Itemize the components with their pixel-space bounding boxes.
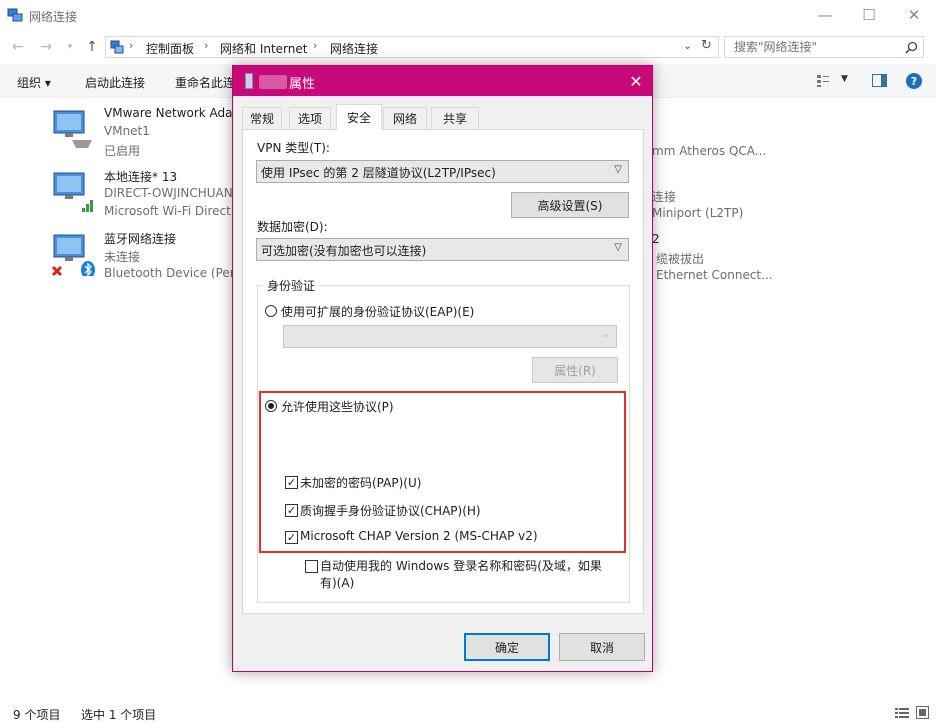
- chap-checkbox[interactable]: ✓: [285, 504, 298, 517]
- connection-device-fragment: Miniport (L2TP): [652, 206, 744, 220]
- search-input[interactable]: [732, 38, 902, 56]
- details-view-icon[interactable]: [895, 707, 909, 719]
- minimize-button[interactable]: —: [808, 4, 842, 26]
- connection-status: DIRECT-OWJINCHUAN: [104, 186, 233, 200]
- auto-windows-credentials-label[interactable]: 自动使用我的 Windows 登录名称和密码(及域，如果: [320, 557, 602, 574]
- connection-device-fragment: Ethernet Connect...: [656, 268, 773, 282]
- close-window-button[interactable]: ✕: [897, 4, 931, 26]
- eap-properties-button[interactable]: 属性(R): [532, 357, 618, 383]
- pap-label[interactable]: 未加密的密码(PAP)(U): [300, 474, 421, 491]
- tab-sharing[interactable]: 共享: [431, 107, 479, 129]
- dialog-title: 属性: [289, 77, 316, 92]
- search-icon[interactable]: [905, 41, 918, 54]
- connection-name: VMware Network Ada: [104, 106, 233, 120]
- vpn-type-label: VPN 类型(T):: [257, 141, 330, 155]
- connection-name-fragment: 2: [652, 232, 660, 246]
- pap-checkbox[interactable]: ✓: [285, 476, 298, 489]
- help-icon[interactable]: ?: [906, 73, 922, 89]
- chevron-down-icon: ⌄: [601, 329, 610, 340]
- allow-protocols-label[interactable]: 允许使用这些协议(P): [281, 398, 394, 415]
- breadcrumb-network-internet[interactable]: 网络和 Internet: [220, 40, 307, 57]
- network-connections-icon: [7, 8, 23, 22]
- tab-security[interactable]: 安全: [336, 104, 382, 130]
- preview-pane-icon[interactable]: [872, 74, 887, 87]
- bluetooth-adapter-icon: [52, 234, 95, 276]
- explorer-titlebar: 网络连接 — ☐ ✕: [0, 0, 936, 32]
- dialog-icon: [245, 73, 253, 89]
- connection-device-fragment: mm Atheros QCA...: [652, 144, 767, 158]
- connection-device: Microsoft Wi-Fi Direct: [104, 204, 231, 218]
- connection-status-fragment: 缆被拔出: [656, 252, 705, 266]
- encryption-select[interactable]: 可选加密(没有加密也可以连接) ▽: [256, 238, 629, 261]
- view-dropdown-icon[interactable]: ▼: [841, 74, 848, 84]
- selection-count: 选中 1 个项目: [81, 708, 157, 722]
- control-panel-icon: [110, 40, 124, 54]
- tab-options[interactable]: 选项: [289, 107, 331, 129]
- vpn-type-select[interactable]: 使用 IPsec 的第 2 层隧道协议(L2TP/IPsec) ▽: [256, 160, 629, 183]
- tab-general[interactable]: 常规: [242, 107, 282, 129]
- forward-arrow-icon[interactable]: →: [36, 37, 56, 57]
- vpn-type-value: 使用 IPsec 的第 2 层隧道协议(L2TP/IPsec): [261, 166, 496, 180]
- eap-method-select[interactable]: ⌄: [283, 325, 617, 348]
- network-adapter-icon: [53, 110, 92, 148]
- view-options-icon[interactable]: [816, 74, 830, 88]
- address-dropdown-icon[interactable]: ⌄: [683, 39, 692, 52]
- connection-name: 蓝牙网络连接: [104, 232, 177, 246]
- ok-button[interactable]: 确定: [464, 633, 550, 661]
- authentication-group-title: 身份验证: [263, 277, 320, 294]
- chap-label[interactable]: 质询握手身份验证协议(CHAP)(H): [300, 502, 481, 519]
- item-count: 9 个项目: [13, 708, 61, 722]
- breadcrumb-separator-icon: ›: [129, 39, 134, 52]
- chevron-down-icon: ▽: [614, 242, 622, 253]
- tab-network[interactable]: 网络: [383, 107, 427, 129]
- large-icons-view-icon[interactable]: [916, 706, 929, 719]
- rename-connection-button[interactable]: 重命名此连: [175, 74, 235, 91]
- advanced-settings-button[interactable]: 高级设置(S): [511, 192, 629, 218]
- up-arrow-icon[interactable]: ↑: [82, 37, 102, 57]
- maximize-button[interactable]: ☐: [852, 4, 886, 26]
- breadcrumb-network-connections[interactable]: 网络连接: [330, 40, 378, 57]
- dialog-titlebar: 属性 ✕: [233, 66, 652, 96]
- eap-radio[interactable]: [265, 305, 277, 317]
- connection-status-fragment: 连接: [652, 190, 677, 204]
- organize-button[interactable]: 组织 ▾: [17, 74, 51, 91]
- window-title: 网络连接: [29, 10, 78, 24]
- breadcrumb-separator-icon: ›: [204, 39, 209, 52]
- recent-locations-icon[interactable]: ▾: [60, 37, 80, 57]
- enable-connection-button[interactable]: 启动此连接: [85, 74, 145, 91]
- breadcrumb-control-panel[interactable]: 控制面板: [146, 40, 194, 57]
- cancel-button[interactable]: 取消: [559, 633, 645, 661]
- eap-radio-label[interactable]: 使用可扩展的身份验证协议(EAP)(E): [281, 303, 474, 320]
- address-bar[interactable]: › 控制面板 › 网络和 Internet › 网络连接 ⌄ ↻: [105, 36, 719, 58]
- search-field[interactable]: [724, 36, 924, 58]
- refresh-icon[interactable]: ↻: [701, 38, 712, 53]
- redacted-connection-name: [259, 75, 287, 89]
- encryption-label: 数据加密(D):: [257, 220, 328, 234]
- auto-windows-credentials-label-cont[interactable]: 有)(A): [320, 574, 354, 591]
- wifi-adapter-icon: [53, 172, 93, 212]
- auto-windows-credentials-checkbox[interactable]: [305, 560, 318, 573]
- status-bar: 9 个项目 选中 1 个项目: [0, 704, 936, 723]
- chevron-down-icon: ▽: [614, 164, 622, 175]
- encryption-value: 可选加密(没有加密也可以连接): [261, 244, 427, 258]
- allow-protocols-radio[interactable]: [265, 400, 277, 412]
- connection-name: 本地连接* 13: [104, 170, 178, 184]
- connection-device: 已启用: [104, 144, 141, 158]
- connection-status: 未连接: [104, 250, 141, 264]
- breadcrumb-separator-icon: ›: [313, 39, 318, 52]
- address-row: ← → ▾ ↑ › 控制面板 › 网络和 Internet › 网络连接 ⌄ ↻: [0, 34, 936, 60]
- connection-device: Bluetooth Device (Pers: [104, 266, 241, 280]
- close-icon[interactable]: ✕: [625, 70, 647, 92]
- connection-status: VMnet1: [104, 124, 150, 138]
- back-arrow-icon[interactable]: ←: [8, 37, 28, 57]
- properties-dialog: 属性 ✕ 常规 选项 安全 网络 共享 VPN 类型(T): 使用 IPsec …: [232, 65, 653, 672]
- mschapv2-checkbox[interactable]: ✓: [285, 531, 298, 544]
- mschapv2-label[interactable]: Microsoft CHAP Version 2 (MS-CHAP v2): [300, 529, 538, 543]
